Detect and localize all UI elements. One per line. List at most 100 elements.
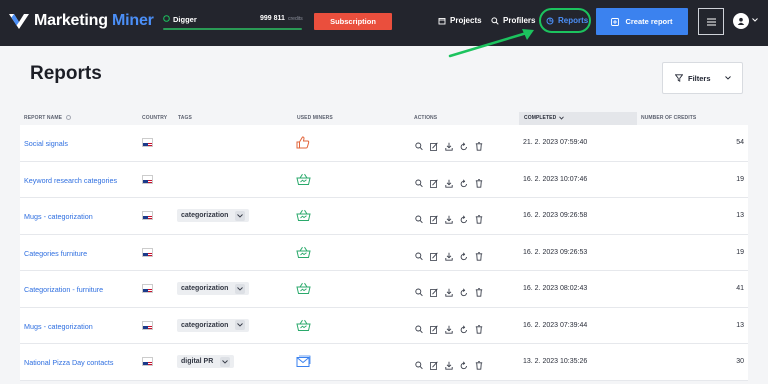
header-report-name[interactable]: REPORT NAME [24, 115, 72, 121]
refresh-icon[interactable] [460, 284, 468, 297]
row-actions [415, 321, 490, 334]
trash-icon[interactable] [475, 248, 483, 261]
logo-icon [9, 14, 29, 29]
search-icon [491, 16, 499, 25]
completed-date: 13. 2. 2023 10:35:26 [523, 358, 588, 365]
header-completed[interactable]: COMPLETED [524, 115, 565, 121]
search-icon[interactable] [415, 138, 423, 151]
refresh-icon[interactable] [460, 138, 468, 151]
filters-button[interactable]: Filters [662, 62, 743, 94]
table-row[interactable]: Mugs - categorization categorization 16. 2… [20, 307, 748, 344]
chevron-down-icon [725, 76, 731, 80]
report-name-link[interactable]: Mugs - categorization [24, 212, 93, 221]
row-actions [415, 175, 490, 188]
trash-icon[interactable] [475, 357, 483, 370]
cart-icon [296, 173, 311, 191]
table-row[interactable]: Categorization - furniture categorization… [20, 271, 748, 308]
edit-icon[interactable] [430, 321, 438, 334]
tag-select[interactable]: categorization [177, 209, 250, 222]
table-row[interactable]: National Pizza Day contacts digital PR 13.… [20, 344, 748, 381]
credits-count: 13 [736, 212, 744, 219]
shovel-icon [163, 15, 170, 22]
edit-icon[interactable] [430, 357, 438, 370]
trash-icon[interactable] [475, 284, 483, 297]
table-row[interactable]: Social signals 21. 2. 2023 07:59:40 54 [20, 125, 748, 162]
completed-date: 21. 2. 2023 07:59:40 [523, 139, 588, 146]
download-icon[interactable] [445, 284, 453, 297]
report-name-link[interactable]: Categorization - furniture [24, 285, 103, 294]
search-icon[interactable] [415, 321, 423, 333]
row-actions [415, 284, 490, 297]
brand-primary: Marketing [34, 12, 108, 29]
table-row[interactable]: Keyword research categories 16. 2. 2023 1… [20, 161, 748, 198]
download-icon[interactable] [445, 248, 453, 261]
search-icon[interactable] [415, 211, 423, 224]
report-name-link[interactable]: National Pizza Day contacts [24, 358, 114, 367]
cart-icon [296, 209, 311, 227]
cart-icon [296, 282, 311, 300]
top-navigation-bar: Marketing Miner Digger 999 811 credits S… [0, 0, 768, 46]
trash-icon[interactable] [475, 211, 483, 224]
chevron-down-icon [235, 210, 246, 221]
refresh-icon[interactable] [460, 321, 468, 333]
edit-icon[interactable] [430, 284, 438, 297]
search-icon[interactable] [415, 175, 423, 187]
download-icon[interactable] [445, 175, 453, 188]
nav-reports[interactable]: Reports [546, 16, 588, 25]
completed-date: 16. 2. 2023 10:07:46 [523, 175, 588, 183]
completed-date: 16. 2. 2023 09:26:58 [523, 212, 588, 219]
tag-select[interactable]: digital PR [177, 355, 235, 368]
plan-credits-widget[interactable]: Digger 999 811 credits [163, 13, 303, 31]
tag-label: digital PR [181, 358, 214, 365]
refresh-icon[interactable] [460, 175, 468, 187]
edit-icon[interactable] [430, 211, 438, 224]
cart-icon [296, 246, 311, 264]
tag-select[interactable]: categorization [177, 318, 250, 332]
refresh-icon[interactable] [460, 211, 468, 224]
plus-square-icon [611, 17, 620, 26]
edit-icon[interactable] [430, 248, 438, 261]
download-icon[interactable] [445, 357, 453, 370]
subscription-button[interactable]: Subscription [314, 13, 392, 30]
credits-count: 41 [736, 285, 744, 292]
row-actions [415, 211, 490, 224]
edit-icon[interactable] [430, 138, 438, 151]
chevron-down-icon [235, 320, 246, 330]
thumbs-up-icon [296, 136, 310, 154]
nav-reports-label: Reports [558, 16, 589, 25]
report-name-link[interactable]: Social signals [24, 139, 68, 148]
report-name-link[interactable]: Keyword research categories [24, 176, 117, 185]
search-icon[interactable] [415, 357, 423, 370]
tag-select[interactable]: categorization [177, 282, 250, 295]
download-icon[interactable] [445, 321, 453, 334]
create-report-button[interactable]: Create report [596, 8, 688, 35]
report-name-link[interactable]: Categories furniture [24, 249, 87, 258]
tag-label: categorization [181, 285, 229, 292]
marketing-miner-logo[interactable]: Marketing Miner [8, 11, 154, 31]
refresh-icon[interactable] [460, 248, 468, 260]
search-icon[interactable] [415, 284, 423, 297]
annotation-arrow [448, 29, 534, 58]
refresh-icon[interactable] [460, 357, 468, 370]
download-icon[interactable] [445, 211, 453, 224]
menu-button[interactable] [698, 8, 724, 35]
sort-desc-icon [559, 116, 565, 120]
chevron-down-icon[interactable] [752, 18, 758, 22]
us-flag-icon [142, 211, 153, 220]
trash-icon[interactable] [475, 321, 483, 334]
table-row[interactable]: Categories furniture 16. 2. 2023 09:26:53… [20, 234, 748, 271]
completed-date: 16. 2. 2023 08:02:43 [523, 285, 588, 292]
nav-profilers[interactable]: Profilers [491, 16, 535, 25]
user-avatar[interactable] [733, 13, 749, 29]
table-row[interactable]: Mugs - categorization categorization 16. 2… [20, 198, 748, 235]
completed-date: 16. 2. 2023 09:26:53 [523, 248, 588, 256]
reports-table-body: Social signals 21. 2. 2023 07:59:40 54 Keyw… [20, 125, 748, 381]
download-icon[interactable] [445, 138, 453, 151]
user-icon [737, 17, 745, 25]
edit-icon[interactable] [430, 175, 438, 188]
trash-icon[interactable] [475, 138, 483, 151]
nav-projects[interactable]: Projects [438, 16, 482, 25]
trash-icon[interactable] [475, 175, 483, 188]
report-name-link[interactable]: Mugs - categorization [24, 322, 93, 331]
search-icon[interactable] [415, 248, 423, 260]
